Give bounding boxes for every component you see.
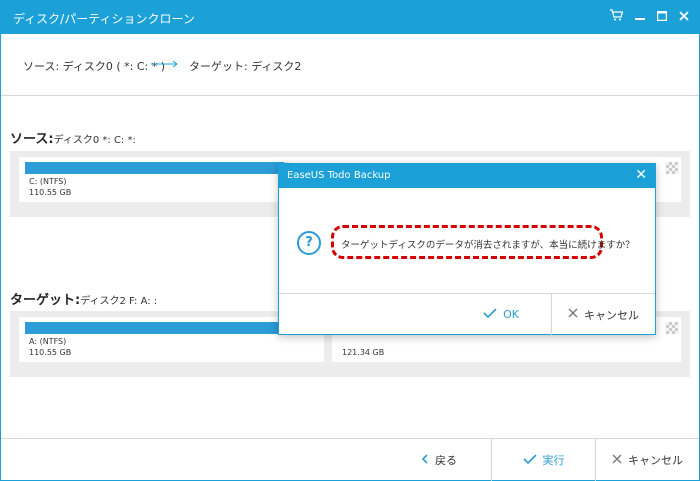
wizard-footer: 戻る 実行 キャンセル <box>1 438 699 481</box>
dialog-footer: OK キャンセル <box>279 293 655 335</box>
confirm-dialog: EaseUS Todo Backup ✕ ? ターゲットディスクのデータが消去さ… <box>278 163 656 335</box>
ok-button-label: OK <box>503 308 519 321</box>
window-title: ディスク/パーティションクローン <box>13 12 195 26</box>
unallocated-pattern-icon <box>666 322 678 334</box>
arrow-right-icon <box>151 60 178 68</box>
title-bar: ディスク/パーティションクローン <box>1 1 699 34</box>
dialog-close-icon[interactable]: ✕ <box>635 167 647 183</box>
dialog-title: EaseUS Todo Backup <box>287 170 391 181</box>
source-label-disk: ディスク0 *: C: *: <box>53 135 136 146</box>
checkmark-icon <box>522 453 537 467</box>
breadcrumb-source: ソース: ディスク0 ( *: C: * ) <box>23 60 166 73</box>
breadcrumb-target: ターゲット: ディスク2 <box>189 60 302 73</box>
target-partition-b-size: 121.34 GB <box>342 348 385 357</box>
target-usage-bar <box>25 322 289 334</box>
unallocated-pattern-icon <box>666 162 678 174</box>
cancel-button[interactable]: キャンセル <box>595 439 699 481</box>
minimize-icon[interactable] <box>631 8 649 26</box>
source-partition-size: 110.55 GB <box>29 188 72 197</box>
target-label-bold: ターゲット: <box>10 293 81 308</box>
x-icon <box>568 308 578 321</box>
cancel-button-label: キャンセル <box>628 454 683 467</box>
dialog-title-bar: EaseUS Todo Backup ✕ <box>279 164 655 188</box>
chevron-left-icon <box>421 453 429 467</box>
execute-button[interactable]: 実行 <box>491 439 595 481</box>
target-label: ターゲット:ディスク2 F: A: : <box>10 289 157 308</box>
target-usage-fill <box>25 322 284 334</box>
cart-icon[interactable] <box>607 8 625 26</box>
checkmark-icon <box>483 308 497 321</box>
target-label-disk: ディスク2 F: A: : <box>80 296 158 307</box>
target-partition-size: 110.55 GB <box>29 348 72 357</box>
source-partition-name: C: (NTFS) <box>29 177 67 186</box>
dialog-message: ターゲットディスクのデータが消去されますが、本当に続けますか？ <box>341 240 635 251</box>
source-usage-bar <box>25 162 289 174</box>
dialog-cancel-label: キャンセル <box>584 308 639 322</box>
maximize-icon[interactable] <box>653 8 671 26</box>
question-icon: ? <box>297 231 321 255</box>
target-partition-name: A: (NTFS) <box>29 337 67 346</box>
dialog-cancel-button[interactable]: キャンセル <box>551 294 655 335</box>
source-usage-fill <box>25 162 284 174</box>
clone-path-breadcrumb: ソース: ディスク0 ( *: C: * ) ターゲット: ディスク2 <box>1 34 699 96</box>
x-icon <box>612 454 622 467</box>
ok-button[interactable]: OK <box>451 294 551 335</box>
execute-button-label: 実行 <box>542 454 565 467</box>
source-label: ソース:ディスク0 *: C: *: <box>10 128 136 147</box>
source-label-bold: ソース: <box>10 132 54 147</box>
close-icon[interactable] <box>675 8 693 26</box>
back-button-label: 戻る <box>435 454 457 467</box>
back-button[interactable]: 戻る <box>387 439 491 481</box>
